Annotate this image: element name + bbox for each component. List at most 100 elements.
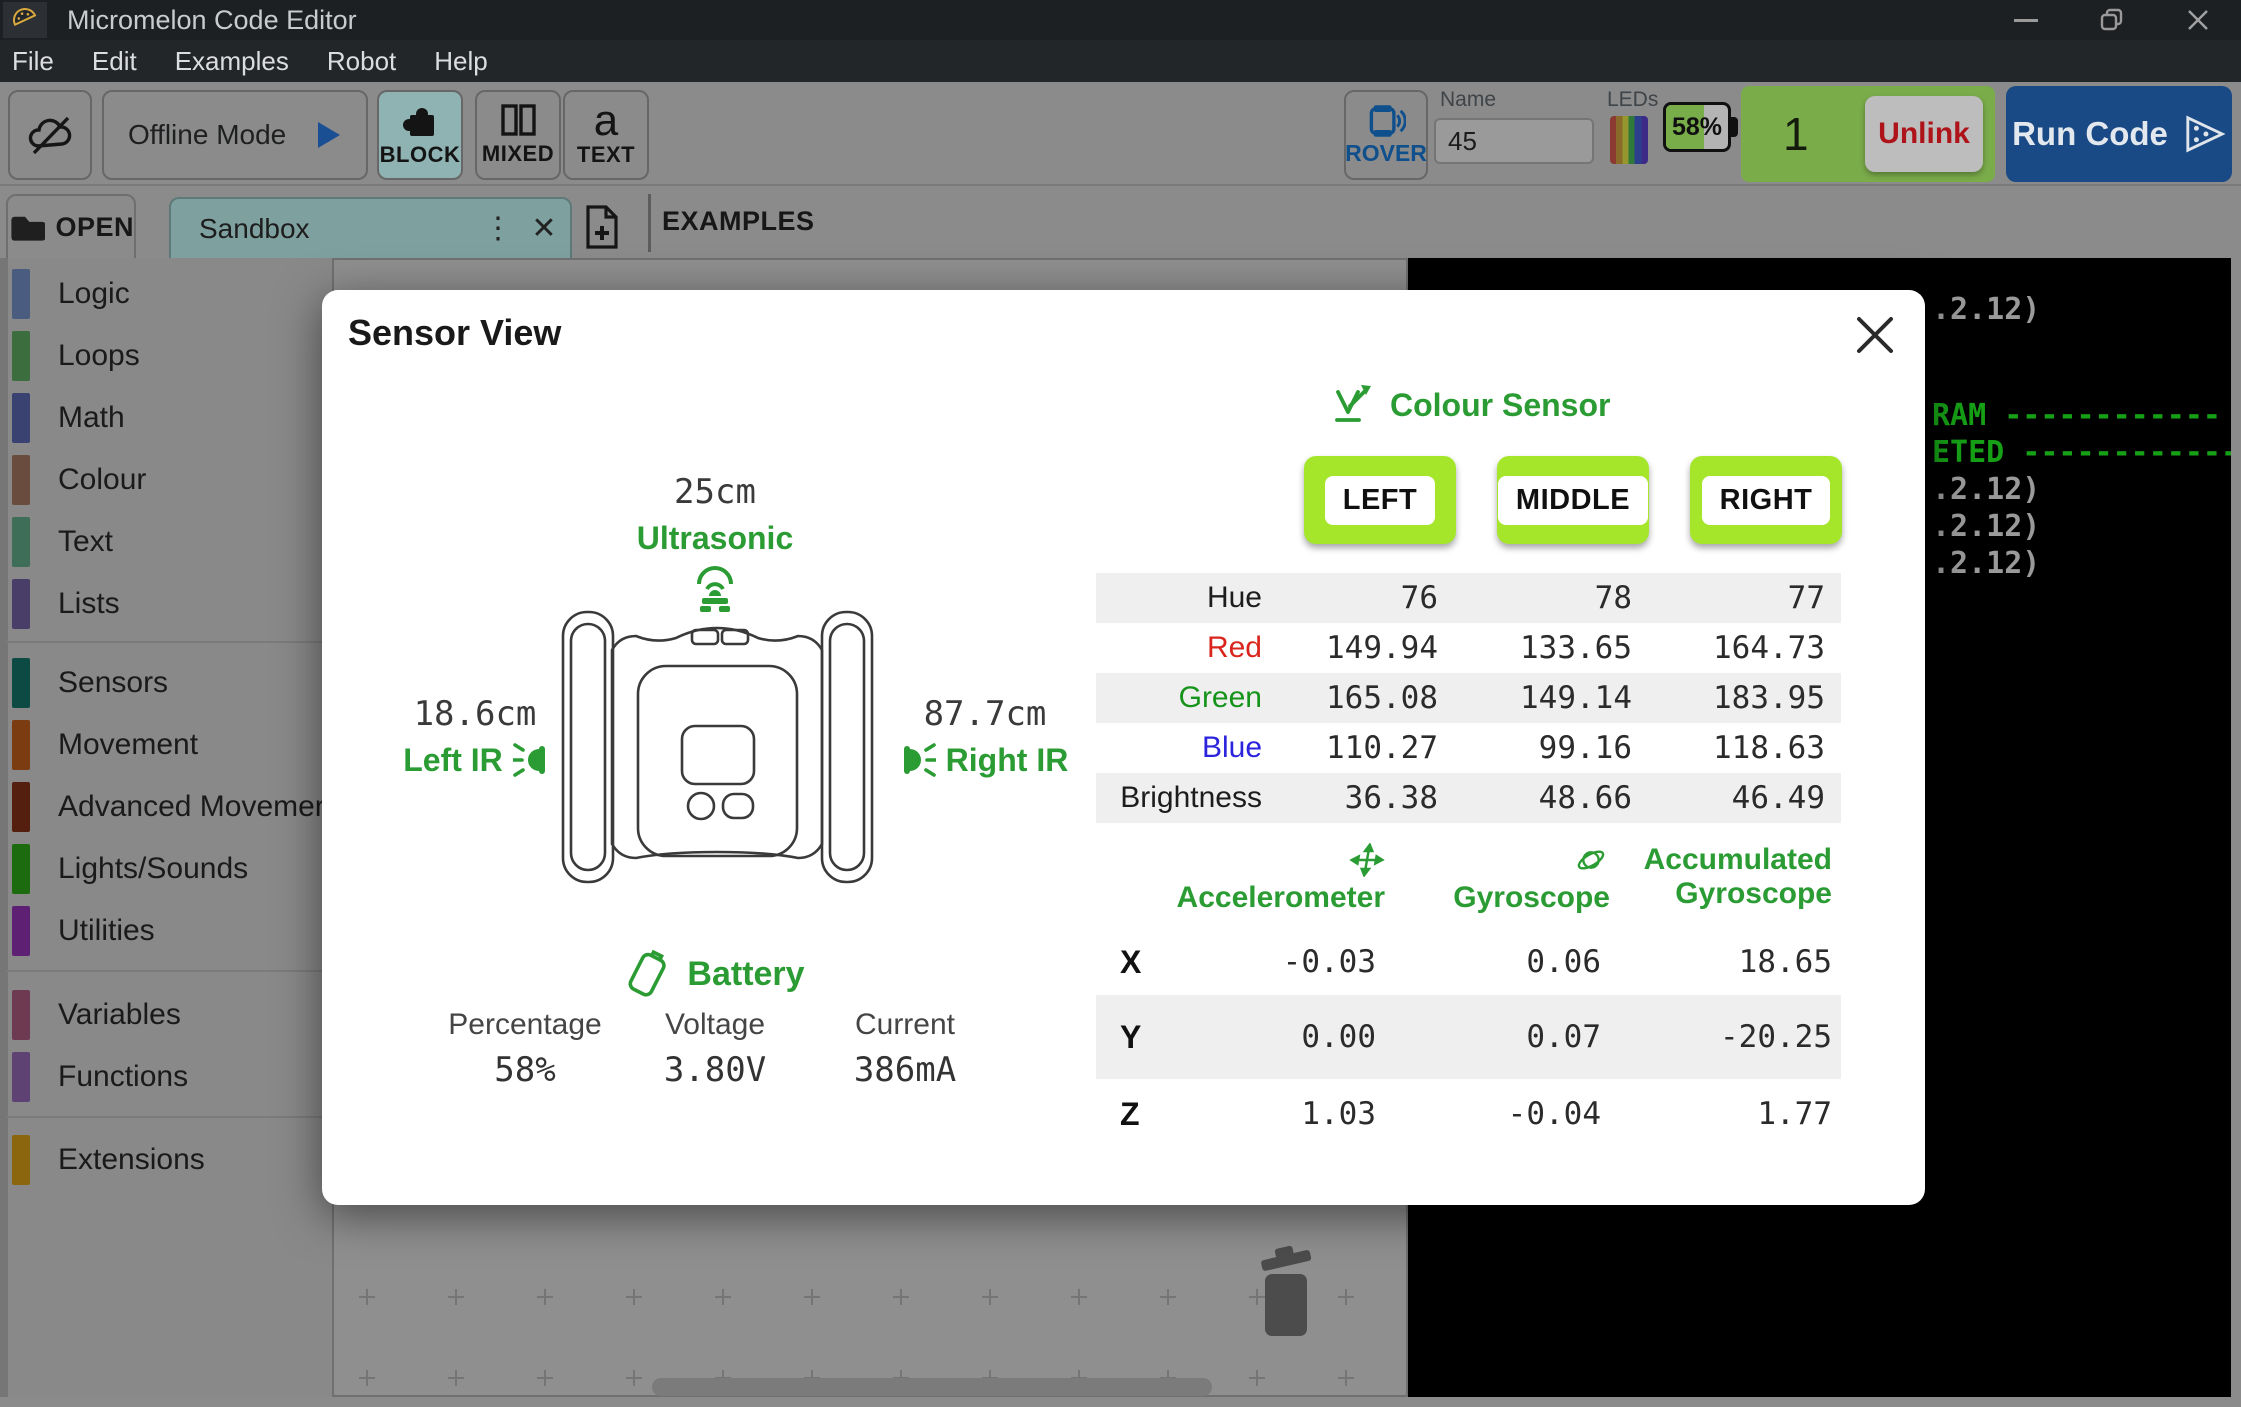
table-row-green: Green 165.08 149.14 183.95 bbox=[1096, 673, 1841, 723]
category-chip bbox=[12, 782, 30, 832]
trash-button[interactable] bbox=[1254, 1242, 1318, 1347]
grid-plus-mark bbox=[359, 1370, 375, 1386]
left-ir-value: 18.6cm bbox=[380, 694, 570, 734]
modal-close-button[interactable] bbox=[1850, 310, 1900, 360]
sidebar-item-functions[interactable]: Functions bbox=[0, 1046, 332, 1108]
sidebar-item-text[interactable]: Text bbox=[0, 511, 332, 573]
sidebar-item-advanced-movement[interactable]: Advanced Movement bbox=[0, 776, 332, 838]
mode-button-block[interactable]: BLOCK bbox=[377, 90, 463, 180]
swatch-middle[interactable]: MIDDLE bbox=[1497, 456, 1649, 544]
category-chip bbox=[12, 990, 30, 1040]
sidebar-item-sensors[interactable]: Sensors bbox=[0, 652, 332, 714]
text-mode-label: TEXT bbox=[577, 142, 635, 168]
tab-sandbox[interactable]: Sandbox ⋮ ✕ bbox=[169, 197, 572, 258]
accelerometer-icon bbox=[1349, 843, 1385, 877]
swatch-right[interactable]: RIGHT bbox=[1690, 456, 1842, 544]
rover-button[interactable]: ROVER bbox=[1344, 90, 1428, 180]
grid-plus-mark bbox=[804, 1289, 820, 1305]
grid-plus-mark bbox=[1338, 1370, 1354, 1386]
ultrasonic-readout: 25cm Ultrasonic bbox=[615, 472, 815, 620]
menu-robot[interactable]: Robot bbox=[327, 46, 396, 77]
gyroscope-header: Gyroscope bbox=[1385, 843, 1610, 915]
new-file-button[interactable] bbox=[578, 200, 626, 254]
colour-sensor-label: Colour Sensor bbox=[1390, 387, 1610, 424]
sidebar-item-lists[interactable]: Lists bbox=[0, 573, 332, 635]
battery-label: Battery bbox=[687, 955, 804, 994]
rover-icon bbox=[1366, 103, 1406, 139]
led-rainbow-swatch[interactable] bbox=[1610, 116, 1648, 164]
mode-button-mixed[interactable]: MIXED bbox=[475, 90, 561, 180]
grid-plus-mark bbox=[1338, 1289, 1354, 1305]
sidebar-divider bbox=[6, 1116, 330, 1118]
trash-icon bbox=[1254, 1242, 1318, 1342]
category-chip bbox=[12, 579, 30, 629]
menu-file[interactable]: File bbox=[12, 46, 54, 77]
run-code-label: Run Code bbox=[2012, 115, 2168, 153]
tab-close-icon[interactable]: ✕ bbox=[518, 211, 570, 246]
swatch-right-label: RIGHT bbox=[1702, 476, 1831, 525]
colour-swatches: LEFT MIDDLE RIGHT bbox=[1304, 456, 1842, 544]
sidebar-item-movement[interactable]: Movement bbox=[0, 714, 332, 776]
minimize-icon bbox=[2014, 19, 2038, 22]
connection-button[interactable] bbox=[8, 90, 92, 180]
gyroscope-icon bbox=[1572, 843, 1610, 877]
examples-button[interactable]: EXAMPLES bbox=[662, 206, 815, 237]
swatch-left-label: LEFT bbox=[1325, 476, 1436, 525]
link-status-panel: 1 Unlink bbox=[1741, 86, 1995, 182]
sidebar-item-logic[interactable]: Logic bbox=[0, 263, 332, 325]
app-window: Micromelon Code Editor File Edit Example… bbox=[0, 0, 2241, 1407]
category-chip bbox=[12, 269, 30, 319]
colour-sensor-header: Colour Sensor bbox=[1332, 382, 1610, 428]
restore-button[interactable] bbox=[2069, 0, 2155, 40]
new-file-icon bbox=[582, 203, 622, 251]
category-chip bbox=[12, 455, 30, 505]
rover-label: ROVER bbox=[1345, 140, 1427, 167]
unlink-button[interactable]: Unlink bbox=[1865, 96, 1983, 172]
console-line: .2.12) bbox=[1932, 509, 2040, 544]
sidebar-item-variables[interactable]: Variables bbox=[0, 984, 332, 1046]
grid-plus-mark bbox=[1249, 1370, 1265, 1386]
swatch-left[interactable]: LEFT bbox=[1304, 456, 1456, 544]
sidebar-item-loops[interactable]: Loops bbox=[0, 325, 332, 387]
kebab-icon[interactable]: ⋮ bbox=[478, 211, 518, 246]
open-label: OPEN bbox=[55, 212, 134, 243]
imu-row-x: X -0.03 0.06 18.65 bbox=[1096, 929, 1841, 995]
sidebar-item-lights-sounds[interactable]: Lights/Sounds bbox=[0, 838, 332, 900]
swatch-middle-label: MIDDLE bbox=[1498, 476, 1648, 525]
menu-examples[interactable]: Examples bbox=[175, 46, 289, 77]
category-chip bbox=[12, 720, 30, 770]
battery-stats: Percentage 58% Voltage 3.80V Current 386… bbox=[430, 1008, 1000, 1090]
grid-plus-mark bbox=[537, 1370, 553, 1386]
run-code-button[interactable]: Run Code bbox=[2006, 86, 2232, 182]
imu-row-y: Y 0.00 0.07 -20.25 bbox=[1096, 995, 1841, 1079]
close-icon bbox=[2185, 7, 2211, 33]
imu-section: Accelerometer Gyroscope Accumulated Gyro… bbox=[1096, 843, 1841, 1149]
table-row-red: Red 149.94 133.65 164.73 bbox=[1096, 623, 1841, 673]
mode-button-text[interactable]: a TEXT bbox=[563, 90, 649, 180]
right-ir-readout: 87.7cm Right IR bbox=[890, 694, 1080, 780]
table-row-brightness: Brightness 36.38 48.66 46.49 bbox=[1096, 773, 1841, 823]
sidebar-item-colour[interactable]: Colour bbox=[0, 449, 332, 511]
offline-mode-button[interactable]: Offline Mode bbox=[102, 90, 368, 180]
menu-edit[interactable]: Edit bbox=[92, 46, 137, 77]
play-triangle-icon bbox=[316, 120, 342, 150]
horizontal-scrollbar[interactable] bbox=[652, 1378, 1212, 1396]
close-window-button[interactable] bbox=[2155, 0, 2241, 40]
grid-plus-mark bbox=[1160, 1289, 1176, 1305]
sidebar-item-math[interactable]: Math bbox=[0, 387, 332, 449]
battery-icon bbox=[625, 946, 671, 1002]
menu-help[interactable]: Help bbox=[434, 46, 487, 77]
left-ir-readout: 18.6cm Left IR bbox=[380, 694, 570, 780]
title-bar: Micromelon Code Editor bbox=[0, 0, 2241, 40]
sidebar-divider bbox=[6, 641, 330, 643]
minimize-button[interactable] bbox=[1983, 0, 2069, 40]
sidebar-item-extensions[interactable]: Extensions bbox=[0, 1129, 332, 1191]
block-category-sidebar: Logic Loops Math Colour Text Lists Senso… bbox=[0, 258, 332, 1397]
grid-plus-mark bbox=[626, 1289, 642, 1305]
right-ir-label: Right IR bbox=[946, 742, 1069, 779]
puzzle-icon bbox=[400, 102, 440, 140]
console-scrollbar[interactable] bbox=[2231, 258, 2241, 1397]
sidebar-item-utilities[interactable]: Utilities bbox=[0, 900, 332, 962]
robot-name-input[interactable] bbox=[1434, 118, 1594, 164]
open-file-button[interactable]: OPEN bbox=[6, 194, 136, 258]
